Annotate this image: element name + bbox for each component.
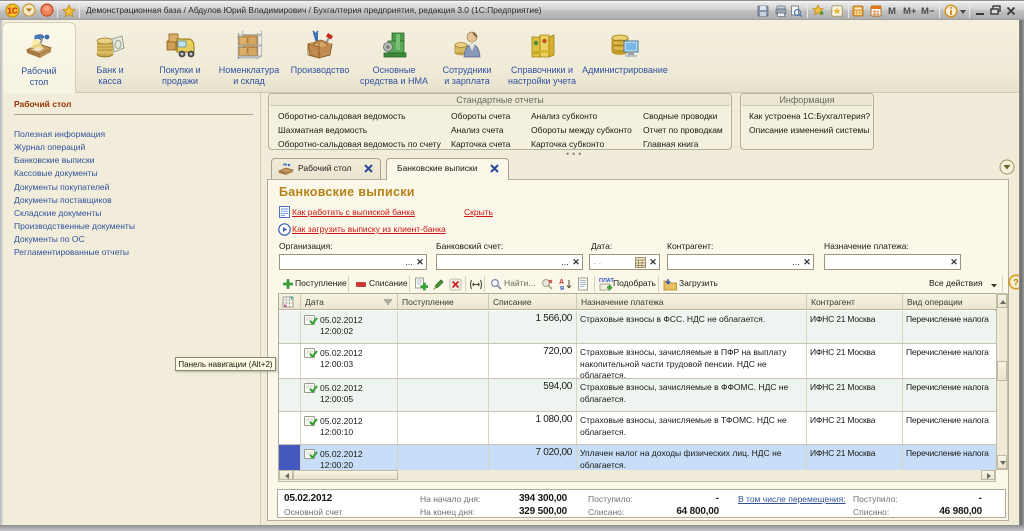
svg-text:31: 31 — [872, 10, 880, 17]
svg-text:я: я — [560, 285, 564, 291]
svg-text:?: ? — [1013, 278, 1019, 288]
svg-text:ПЛАТ: ПЛАТ — [599, 278, 614, 284]
svg-text:1С: 1С — [7, 7, 17, 16]
